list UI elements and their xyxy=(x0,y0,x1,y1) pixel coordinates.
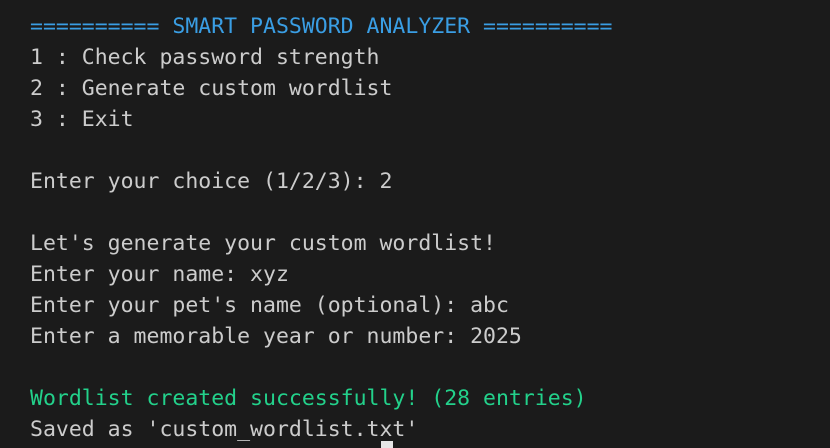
menu-option-3: 3 : Exit xyxy=(30,107,134,132)
name-prompt: Enter your name: xyz xyxy=(30,262,289,287)
success-message: Wordlist created successfully! (28 entri… xyxy=(30,386,587,411)
choice-prompt: Enter your choice (1/2/3): 2 xyxy=(30,169,393,194)
intro-text: Let's generate your custom wordlist! xyxy=(30,231,496,256)
text-cursor xyxy=(381,441,393,448)
banner-title: ========== SMART PASSWORD ANALYZER =====… xyxy=(30,14,613,39)
pet-name-prompt: Enter your pet's name (optional): abc xyxy=(30,293,509,318)
terminal-window[interactable]: ========== SMART PASSWORD ANALYZER =====… xyxy=(0,0,830,448)
year-prompt: Enter a memorable year or number: 2025 xyxy=(30,324,522,349)
menu-option-2: 2 : Generate custom wordlist xyxy=(30,76,393,101)
menu-option-1: 1 : Check password strength xyxy=(30,45,380,70)
saved-message: Saved as 'custom_wordlist.txt' xyxy=(30,417,419,442)
